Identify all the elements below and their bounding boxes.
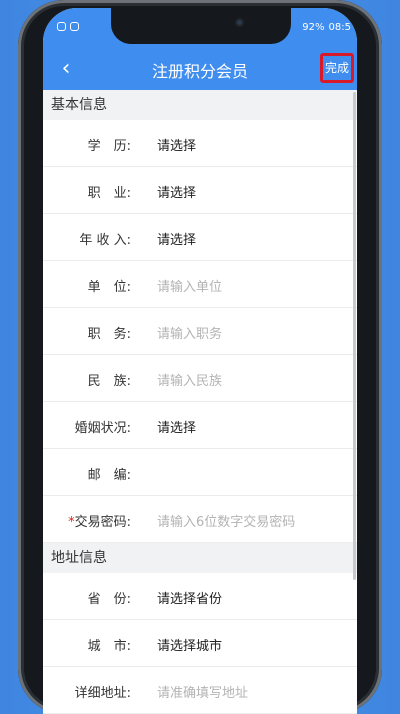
form-row-marital-status[interactable]: 婚姻状况: 请选择 xyxy=(43,402,357,449)
status-icon xyxy=(70,22,79,31)
status-icons-left xyxy=(57,22,79,31)
field-label: 民 族: xyxy=(87,374,131,389)
field-label-text: 交易密码: xyxy=(74,515,131,530)
form-row-income[interactable]: 年 收 入: 请选择 xyxy=(43,214,357,261)
form-row-province[interactable]: 省 份: 请选择省份 xyxy=(43,573,357,620)
section-title: 地址信息 xyxy=(43,543,357,573)
field-label: 城 市: xyxy=(87,639,131,654)
field-label: 学 历: xyxy=(87,139,131,154)
field-label: 邮 编: xyxy=(87,468,131,483)
field-input[interactable]: 请输入民族 xyxy=(157,370,222,389)
form-row-occupation[interactable]: 职 业: 请选择 xyxy=(43,167,357,214)
section-title: 基本信息 xyxy=(43,90,357,120)
field-value[interactable]: 请选择 xyxy=(157,417,196,436)
clock: 08:5 xyxy=(328,22,351,33)
field-value[interactable]: 请选择 xyxy=(157,229,196,248)
form-row-trade-password[interactable]: *交易密码: 请输入6位数字交易密码 xyxy=(43,496,357,543)
status-icons-right: 92% 08:5 xyxy=(302,22,351,33)
form-row-address[interactable]: 详细地址: 请准确填写地址 xyxy=(43,667,357,714)
phone-screen: 92% 08:5 ‹ 注册积分会员 完成 基本信息 学 历: 请选择 职 业: … xyxy=(43,8,357,714)
field-input[interactable]: 请输入职务 xyxy=(157,323,222,342)
done-button[interactable]: 完成 xyxy=(320,53,354,83)
notch xyxy=(111,8,291,44)
field-value[interactable]: 请选择省份 xyxy=(157,588,222,607)
form-row-city[interactable]: 城 市: 请选择城市 xyxy=(43,620,357,667)
battery-percent: 92% xyxy=(302,22,325,33)
field-label: 详细地址: xyxy=(74,686,131,701)
form-row-ethnicity[interactable]: 民 族: 请输入民族 xyxy=(43,355,357,402)
field-label: 职 业: xyxy=(87,186,131,201)
form-content: 基本信息 学 历: 请选择 职 业: 请选择 年 收 入: 请选择 单 位: 请… xyxy=(43,90,357,714)
field-value[interactable]: 请选择 xyxy=(157,182,196,201)
form-row-postcode[interactable]: 邮 编: xyxy=(43,449,357,496)
field-label: 省 份: xyxy=(87,592,131,607)
field-input[interactable]: 请准确填写地址 xyxy=(157,682,248,701)
field-value[interactable]: 请选择城市 xyxy=(157,635,222,654)
field-value[interactable]: 请选择 xyxy=(157,135,196,154)
page-title: 注册积分会员 xyxy=(151,62,248,81)
scrollbar[interactable] xyxy=(353,92,356,580)
field-input[interactable]: 请输入单位 xyxy=(157,276,222,295)
field-label: *交易密码: xyxy=(53,511,131,530)
form-row-education[interactable]: 学 历: 请选择 xyxy=(43,120,357,167)
field-label: 单 位: xyxy=(87,280,131,295)
form-row-employer[interactable]: 单 位: 请输入单位 xyxy=(43,261,357,308)
form-row-position[interactable]: 职 务: 请输入职务 xyxy=(43,308,357,355)
status-icon xyxy=(57,22,66,31)
field-label: 职 务: xyxy=(87,327,131,342)
field-label: 年 收 入: xyxy=(79,233,131,248)
nav-bar: ‹ 注册积分会员 完成 xyxy=(43,48,357,90)
field-label: 婚姻状况: xyxy=(74,421,131,436)
camera-icon xyxy=(235,18,244,27)
field-input[interactable]: 请输入6位数字交易密码 xyxy=(157,511,295,530)
